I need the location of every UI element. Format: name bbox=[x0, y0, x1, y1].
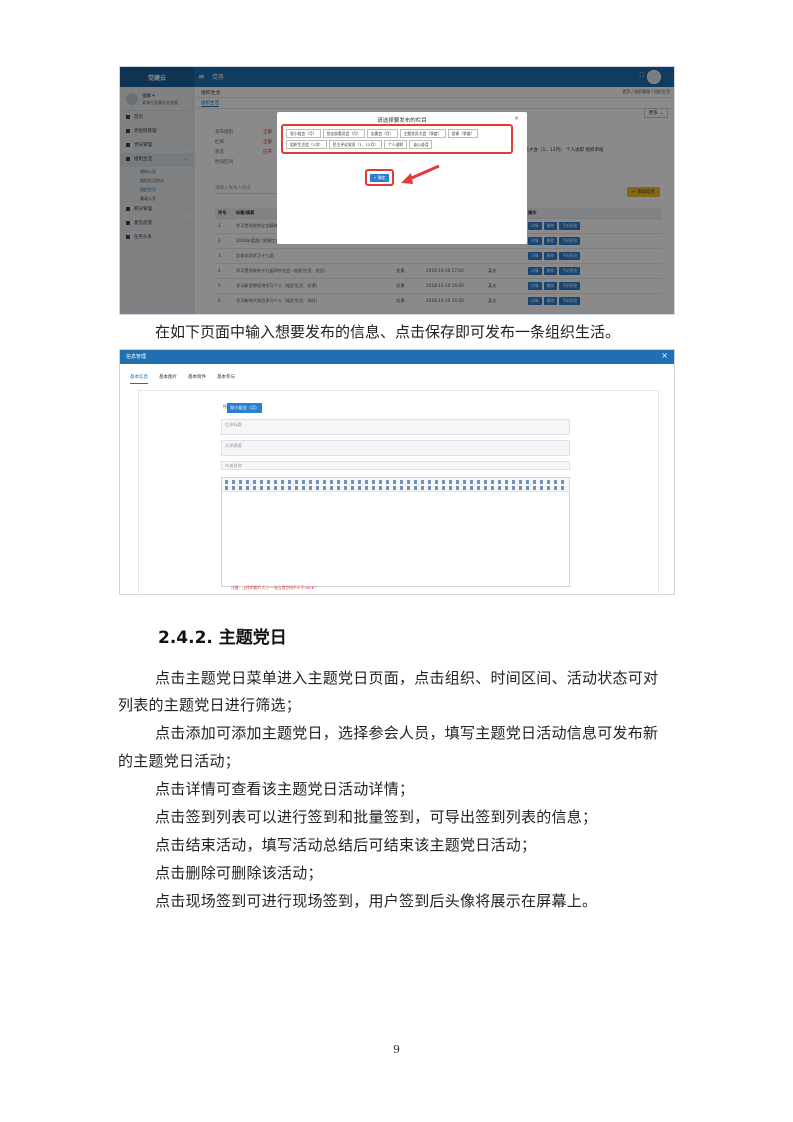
tab-attachments[interactable]: 基本附件 bbox=[188, 374, 206, 384]
tab-images[interactable]: 基本图片 bbox=[159, 374, 177, 384]
editor-toolbar[interactable] bbox=[222, 478, 569, 492]
paragraph-line: 的主题党日活动； bbox=[118, 752, 241, 770]
modal-title: 请选择要发布的栏目 bbox=[377, 118, 427, 124]
toolbar-icons-row[interactable] bbox=[225, 486, 567, 490]
category-chip[interactable]: 党小组会（月） bbox=[227, 403, 263, 413]
page-number: 9 bbox=[393, 1043, 400, 1056]
column-option[interactable]: 党课（季度） bbox=[447, 129, 479, 138]
column-option[interactable]: 支委会（月） bbox=[366, 129, 398, 138]
paragraph-line: 点击主题党日菜单进入主题党日页面，点击组织、时间区间、活动状态可对 bbox=[155, 669, 659, 687]
column-option[interactable]: 主题党员大会（季度） bbox=[399, 129, 446, 138]
section-heading: 2.4.2. 主题党日 bbox=[158, 628, 287, 648]
column-option[interactable]: 个人述职 bbox=[384, 140, 408, 149]
confirm-highlight: ✓ 确定 bbox=[365, 169, 394, 186]
paragraph-line: 点击现场签到可进行现场签到，用户签到后头像将展示在屏幕上。 bbox=[155, 892, 598, 910]
column-options: 党小组会（月） 党支部委员会（月） 支委会（月） 主题党员大会（季度） 党课（季… bbox=[281, 124, 513, 154]
select-column-modal: 请选择要发布的栏目 × 党小组会（月） 党支部委员会（月） 支委会（月） 主题党… bbox=[277, 112, 527, 244]
title-input[interactable]: 信息标题 bbox=[221, 419, 570, 435]
column-option[interactable]: 组织生活会（1次） bbox=[286, 140, 327, 149]
paragraph-line: 列表的主题党日进行筛选； bbox=[118, 696, 302, 714]
paragraph-line: 点击签到列表可以进行签到和批量签到，可导出签到列表的信息； bbox=[155, 808, 598, 826]
dialog-tabs: 基本信息 基本图片 基本附件 基本参与 bbox=[130, 374, 235, 384]
arrow-icon bbox=[401, 164, 440, 184]
confirm-button[interactable]: ✓ 确定 bbox=[370, 174, 389, 182]
screenshot-org-life-list: 党建云 ≡ 党务 ⛶ 张群 ▾ 某单位党委机关党委 首页 党组织管理 › 党员管理… bbox=[119, 66, 675, 315]
form-body: 所属栏目 * 党小组会（月） 信息标题 * 信息标题 文章摘要 文章摘要 作者 … bbox=[138, 390, 659, 594]
column-option[interactable]: 党支部委员会（月） bbox=[322, 129, 365, 138]
column-option[interactable]: 民主评议党员（1、12月） bbox=[328, 140, 383, 149]
close-icon[interactable]: × bbox=[661, 351, 668, 360]
paragraph-line: 点击详情可查看该主题党日活动详情； bbox=[155, 780, 415, 798]
dialog-header: 信息管理 × bbox=[120, 350, 674, 364]
upload-hint: 注意：上传的图片大小 一张占用空间不少于300K！ bbox=[231, 585, 318, 590]
screenshot-info-editor: 信息管理 × 基本信息 基本图片 基本附件 基本参与 所属栏目 * 党小组会（月… bbox=[119, 349, 675, 595]
summary-input[interactable]: 文章摘要 bbox=[221, 440, 570, 456]
caption: 在如下页面中输入想要发布的信息、点击保存即可发布一条组织生活。 bbox=[155, 323, 621, 341]
column-option[interactable]: 谈心谈话 bbox=[409, 140, 433, 149]
paragraph-line: 点击删除可删除该活动； bbox=[155, 864, 323, 882]
column-option[interactable]: 党小组会（月） bbox=[286, 129, 321, 138]
dialog-title: 信息管理 bbox=[126, 354, 147, 360]
rich-text-editor[interactable] bbox=[221, 477, 570, 587]
toolbar-icons-row[interactable] bbox=[225, 480, 567, 484]
tab-basic-info[interactable]: 基本信息 bbox=[130, 374, 148, 384]
author-input[interactable]: 作者名称 bbox=[221, 461, 570, 470]
tab-participants[interactable]: 基本参与 bbox=[217, 374, 235, 384]
close-icon[interactable]: × bbox=[514, 115, 519, 122]
paragraph-line: 点击结束活动，填写活动总结后可结束该主题党日活动； bbox=[155, 836, 537, 854]
paragraph-line: 点击添加可添加主题党日，选择参会人员，填写主题党日活动信息可发布新 bbox=[155, 724, 659, 742]
